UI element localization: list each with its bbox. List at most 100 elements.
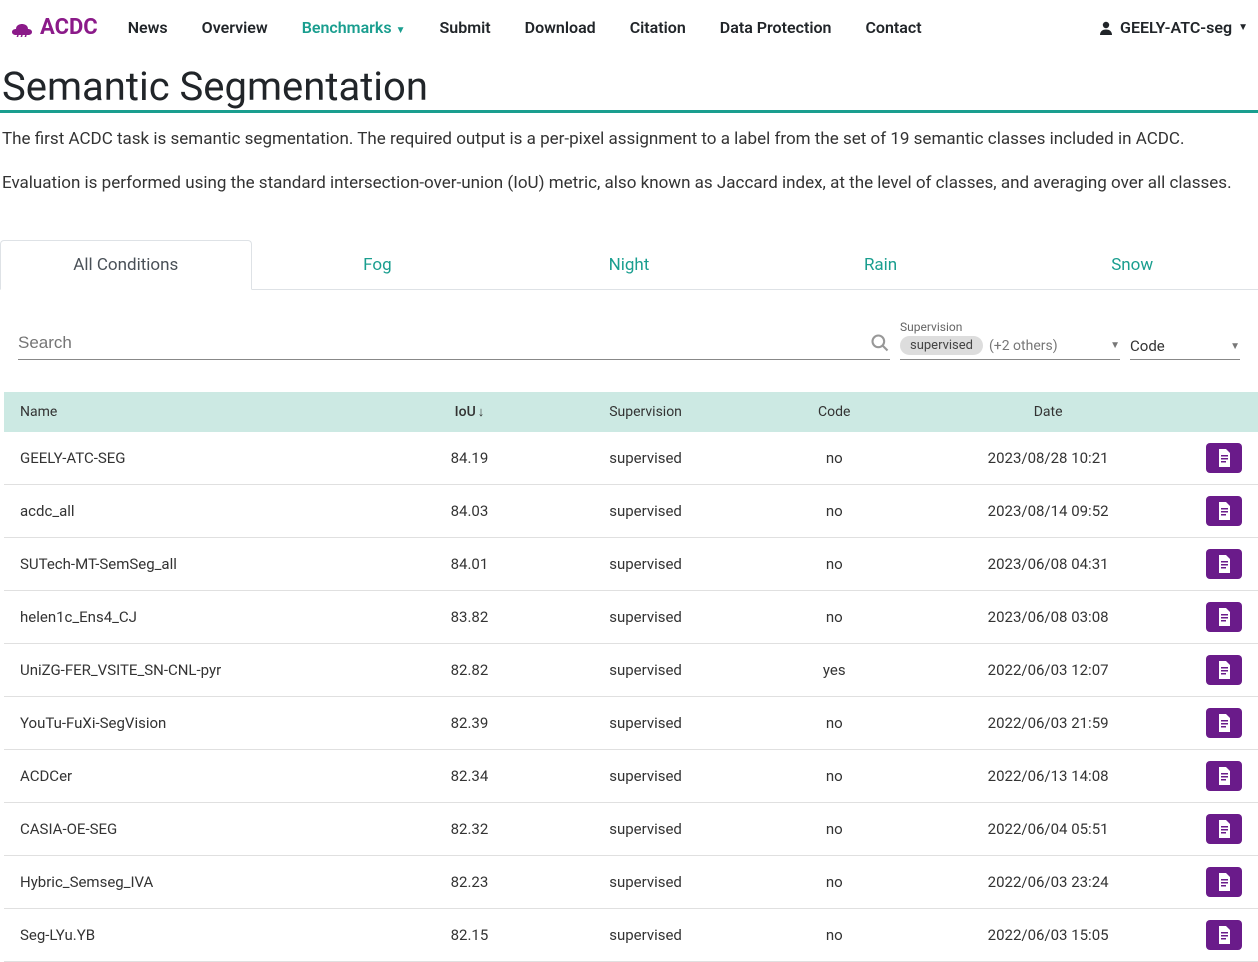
supervision-filter[interactable]: Supervision supervised (+2 others) ▼ [900,320,1120,360]
nav-link-benchmarks[interactable]: Benchmarks▼ [302,18,406,37]
table-row: SUTech-MT-SemSeg_all84.01supervisedno202… [4,538,1258,591]
details-button[interactable] [1206,814,1242,844]
supervision-filter-label: Supervision [900,320,1120,334]
cell-iou: 84.03 [407,485,533,538]
sort-down-icon: ↓ [478,405,485,420]
details-button[interactable] [1206,761,1242,791]
cell-code: no [759,432,910,485]
nav-link-news[interactable]: News [128,18,168,37]
details-button[interactable] [1206,655,1242,685]
cell-supervision: supervised [532,432,758,485]
cell-iou: 82.39 [407,697,533,750]
cell-date: 2023/06/08 03:08 [910,591,1187,644]
nav-link-download[interactable]: Download [525,18,596,37]
cell-supervision: supervised [532,591,758,644]
details-button[interactable] [1206,867,1242,897]
cell-supervision: supervised [532,697,758,750]
cell-iou: 82.32 [407,803,533,856]
table-row: UniZG-FER_VSITE_SN-CNL-pyr82.82supervise… [4,644,1258,697]
chevron-down-icon: ▼ [1230,341,1240,352]
cell-code: no [759,803,910,856]
user-icon [1098,20,1114,36]
desc-paragraph-1: The first ACDC task is semantic segmenta… [2,127,1256,153]
brand-text: ACDC [40,15,98,40]
table-row: helen1c_Ens4_CJ83.82supervisedno2023/06/… [4,591,1258,644]
cell-iou: 82.23 [407,856,533,909]
tab-fog[interactable]: Fog [252,240,504,289]
cell-code: no [759,538,910,591]
desc-paragraph-2: Evaluation is performed using the standa… [2,171,1256,197]
cell-date: 2022/06/03 12:07 [910,644,1187,697]
cell-supervision: supervised [532,856,758,909]
table-row: acdc_all84.03supervisedno2023/08/14 09:5… [4,485,1258,538]
cell-code: yes [759,644,910,697]
user-menu[interactable]: GEELY-ATC-seg ▼ [1098,18,1248,37]
cell-name: Hybric_Semseg_IVA [4,856,407,909]
nav-link-overview[interactable]: Overview [202,18,268,37]
table-row: ACDCer82.34supervisedno2022/06/13 14:08 [4,750,1258,803]
details-button[interactable] [1206,496,1242,526]
nav-link-contact[interactable]: Contact [865,18,921,37]
nav-link-submit[interactable]: Submit [440,18,491,37]
cell-iou: 84.01 [407,538,533,591]
cell-code: no [759,750,910,803]
cell-code: no [759,485,910,538]
search-wrap [18,327,890,360]
filter-row: Supervision supervised (+2 others) ▼ Cod… [0,290,1258,374]
col-iou[interactable]: IoU↓ [407,392,533,432]
cell-name: YouTu-FuXi-SegVision [4,697,407,750]
code-filter-label: Code [1130,337,1165,355]
cell-code: no [759,909,910,962]
cell-date: 2022/06/03 21:59 [910,697,1187,750]
details-button[interactable] [1206,602,1242,632]
table-row: Seg-LYu.YB82.15supervisedno2022/06/03 15… [4,909,1258,962]
tab-all-conditions[interactable]: All Conditions [0,240,252,290]
navbar: ACDC News Overview Benchmarks▼ Submit Downlo… [0,0,1258,55]
nav-link-data-protection[interactable]: Data Protection [720,18,832,37]
code-filter[interactable]: Code ▼ [1130,337,1240,360]
col-name[interactable]: Name [4,392,407,432]
cell-code: no [759,591,910,644]
page-description: The first ACDC task is semantic segmenta… [0,117,1258,224]
nav-link-citation[interactable]: Citation [630,18,686,37]
supervision-others: (+2 others) [989,338,1058,354]
col-supervision[interactable]: Supervision [532,392,758,432]
cell-supervision: supervised [532,803,758,856]
cell-date: 2023/08/28 10:21 [910,432,1187,485]
cell-name: GEELY-ATC-SEG [4,432,407,485]
cell-supervision: supervised [532,909,758,962]
brand[interactable]: ACDC [10,15,98,40]
page-title: Semantic Segmentation [0,63,1258,113]
table-header-row: Name IoU↓ Supervision Code Date [4,392,1258,432]
cell-name: Seg-LYu.YB [4,909,407,962]
cell-iou: 82.82 [407,644,533,697]
cell-supervision: supervised [532,485,758,538]
details-button[interactable] [1206,920,1242,950]
cell-date: 2023/06/08 04:31 [910,538,1187,591]
cell-iou: 82.15 [407,909,533,962]
search-input[interactable] [18,327,866,359]
supervision-chip: supervised [900,336,983,355]
table-row: YouTu-FuXi-SegVision82.39supervisedno202… [4,697,1258,750]
col-date[interactable]: Date [910,392,1187,432]
cell-supervision: supervised [532,750,758,803]
cell-date: 2022/06/04 05:51 [910,803,1187,856]
cell-name: UniZG-FER_VSITE_SN-CNL-pyr [4,644,407,697]
cell-iou: 82.34 [407,750,533,803]
cell-name: acdc_all [4,485,407,538]
details-button[interactable] [1206,443,1242,473]
cell-date: 2022/06/03 23:24 [910,856,1187,909]
user-name: GEELY-ATC-seg [1120,18,1232,37]
details-button[interactable] [1206,549,1242,579]
details-button[interactable] [1206,708,1242,738]
cell-date: 2022/06/13 14:08 [910,750,1187,803]
cell-code: no [759,697,910,750]
tab-snow[interactable]: Snow [1006,240,1258,289]
tab-rain[interactable]: Rain [755,240,1007,289]
tabs: All ConditionsFogNightRainSnow [0,240,1258,290]
col-code[interactable]: Code [759,392,910,432]
cell-date: 2023/08/14 09:52 [910,485,1187,538]
search-icon [870,333,890,353]
tab-night[interactable]: Night [503,240,755,289]
chevron-down-icon: ▼ [396,25,406,36]
